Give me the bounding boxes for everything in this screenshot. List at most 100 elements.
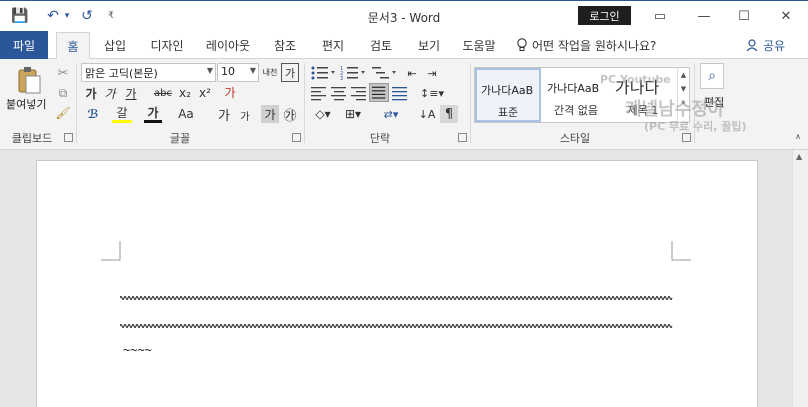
close-icon[interactable]: ✕	[764, 1, 808, 32]
tab-insert[interactable]: 삽입	[96, 31, 134, 59]
shading-icon[interactable]: ◇▾	[310, 105, 336, 123]
shrink-font-icon[interactable]: 가	[236, 107, 254, 123]
italic-icon[interactable]: 가	[102, 85, 118, 101]
chevron-down-icon: ▼	[680, 85, 687, 93]
chevron-up-icon: ▲	[680, 71, 687, 79]
tab-view[interactable]: 보기	[410, 31, 448, 59]
tab-design[interactable]: 디자인	[144, 31, 190, 59]
ribbon-tabs: 파일 홈 삽입 디자인 레이아웃 참조 편지 검토 보기 도움말 어떤 작업을 …	[0, 31, 808, 60]
format-painter-icon[interactable]: 🖌	[55, 105, 71, 121]
line-spacing-icon[interactable]: ↕≡▾	[418, 85, 446, 101]
style-sample: 가나다AaB	[547, 82, 600, 95]
minimize-icon[interactable]: —	[682, 1, 726, 32]
ribbon-options-icon[interactable]: ▭	[638, 1, 682, 32]
title-bar: 💾 ↶ ▾ ↺ ₹ 문서3 - Word 로그인 ▭ — ☐ ✕	[0, 0, 808, 31]
asian-layout-icon[interactable]: ⇄▾	[376, 105, 406, 123]
tell-me-label: 어떤 작업을 원하시나요?	[532, 38, 657, 53]
show-marks-icon[interactable]: ¶	[440, 105, 458, 123]
numbering-icon[interactable]: 1 2 3	[340, 65, 368, 81]
justify-icon[interactable]	[369, 83, 389, 102]
font-name-value: 맑은 고딕(본문)	[85, 67, 158, 80]
scroll-up-icon[interactable]: ▲	[796, 152, 802, 161]
bold-icon[interactable]: 가	[83, 85, 99, 101]
maximize-icon[interactable]: ☐	[722, 1, 766, 32]
tab-help[interactable]: 도움말	[456, 31, 502, 59]
tab-review[interactable]: 검토	[362, 31, 400, 59]
change-case-icon[interactable]: Aa	[175, 105, 197, 123]
margin-corner-top-right	[671, 241, 691, 261]
grow-font-icon[interactable]: 가	[215, 105, 233, 124]
undo-dropdown-icon[interactable]: ▾	[62, 7, 72, 25]
paste-button[interactable]: 붙여넣기	[6, 96, 46, 112]
clear-formatting-icon[interactable]: 가	[220, 83, 240, 101]
group-label-clipboard: 클립보드	[11, 132, 53, 145]
font-name-select[interactable]: 맑은 고딕(본문) ▼	[81, 63, 216, 82]
cut-icon[interactable]: ✂	[55, 65, 71, 81]
margin-corner-top-left	[101, 241, 121, 261]
save-icon[interactable]: 💾	[10, 7, 30, 25]
watermark-subtitle: (PC 무료 수리, 꿀팁)	[644, 120, 747, 133]
paragraph-launcher-icon[interactable]	[458, 133, 467, 142]
search-icon[interactable]: ⌕	[700, 63, 724, 89]
style-normal[interactable]: 가나다AaB 표준	[475, 68, 541, 122]
underline-icon[interactable]: 가	[121, 85, 141, 101]
subscript-icon[interactable]: x₂	[176, 85, 194, 101]
style-sample: 가나다AaB	[481, 84, 534, 97]
svg-text:3: 3	[340, 76, 343, 81]
vertical-scrollbar[interactable]: ▲	[792, 150, 808, 407]
share-label: 공유	[763, 38, 786, 53]
increase-indent-icon[interactable]: ⇥	[424, 65, 440, 81]
group-label-paragraph: 단락	[369, 132, 391, 145]
styles-launcher-icon[interactable]	[682, 133, 691, 142]
tab-file[interactable]: 파일	[0, 31, 48, 59]
tell-me-search[interactable]: 어떤 작업을 원하시나요?	[516, 31, 656, 59]
highlight-icon[interactable]: 갈	[112, 105, 132, 123]
copy-icon[interactable]: ⧉	[55, 85, 71, 101]
redo-icon[interactable]: ↺	[78, 7, 96, 25]
tab-home[interactable]: 홈	[56, 32, 90, 60]
text-effects-icon[interactable]: ℬ	[83, 105, 103, 123]
character-border-icon[interactable]: 가	[281, 63, 299, 82]
watermark-logo: PC Youtube	[600, 73, 671, 86]
enclose-characters-icon[interactable]: ㉮	[281, 105, 299, 124]
tab-mailings[interactable]: 편지	[314, 31, 352, 59]
align-left-icon[interactable]	[310, 85, 328, 101]
lightbulb-icon	[517, 38, 527, 51]
share-button[interactable]: 공유	[745, 31, 785, 59]
bullets-icon[interactable]	[310, 65, 338, 81]
collapse-ribbon-icon[interactable]: ∧	[793, 131, 803, 141]
group-divider	[304, 63, 305, 143]
squiggle-line-2	[120, 324, 673, 328]
align-right-icon[interactable]	[350, 85, 368, 101]
group-divider	[470, 63, 471, 143]
phonetic-guide-icon[interactable]: 내천	[262, 63, 278, 82]
group-divider	[76, 63, 77, 143]
tab-layout[interactable]: 레이아웃	[200, 31, 256, 59]
group-label-font: 글꼴	[169, 132, 191, 145]
superscript-icon[interactable]: x²	[196, 85, 214, 101]
document-page[interactable]: ~~~~	[36, 160, 758, 407]
paste-icon[interactable]	[14, 65, 44, 95]
login-button[interactable]: 로그인	[578, 6, 631, 25]
font-size-select[interactable]: 10 ▼	[217, 63, 259, 82]
multilevel-list-icon[interactable]	[371, 65, 399, 81]
distributed-icon[interactable]	[391, 85, 409, 101]
chevron-down-icon: ▼	[249, 66, 256, 75]
sort-icon[interactable]: ↓A	[418, 105, 436, 123]
style-name: 간격 없음	[554, 104, 598, 117]
font-launcher-icon[interactable]	[292, 133, 301, 142]
strikethrough-icon[interactable]: abc	[152, 85, 174, 101]
undo-icon[interactable]: ↶	[44, 7, 62, 25]
document-area: ~~~~	[0, 150, 792, 407]
group-label-styles: 스타일	[559, 132, 591, 145]
character-shading-icon[interactable]: 가	[261, 105, 279, 123]
squiggle-line-1	[120, 296, 673, 300]
borders-icon[interactable]: ⊞▾	[340, 105, 366, 123]
font-color-icon[interactable]: 가	[144, 105, 162, 123]
customize-toolbar-icon[interactable]: ₹	[104, 7, 118, 25]
decrease-indent-icon[interactable]: ⇤	[404, 65, 420, 81]
font-size-value: 10	[221, 65, 235, 78]
tab-references[interactable]: 참조	[266, 31, 304, 59]
align-center-icon[interactable]	[330, 85, 348, 101]
clipboard-launcher-icon[interactable]	[64, 133, 73, 142]
